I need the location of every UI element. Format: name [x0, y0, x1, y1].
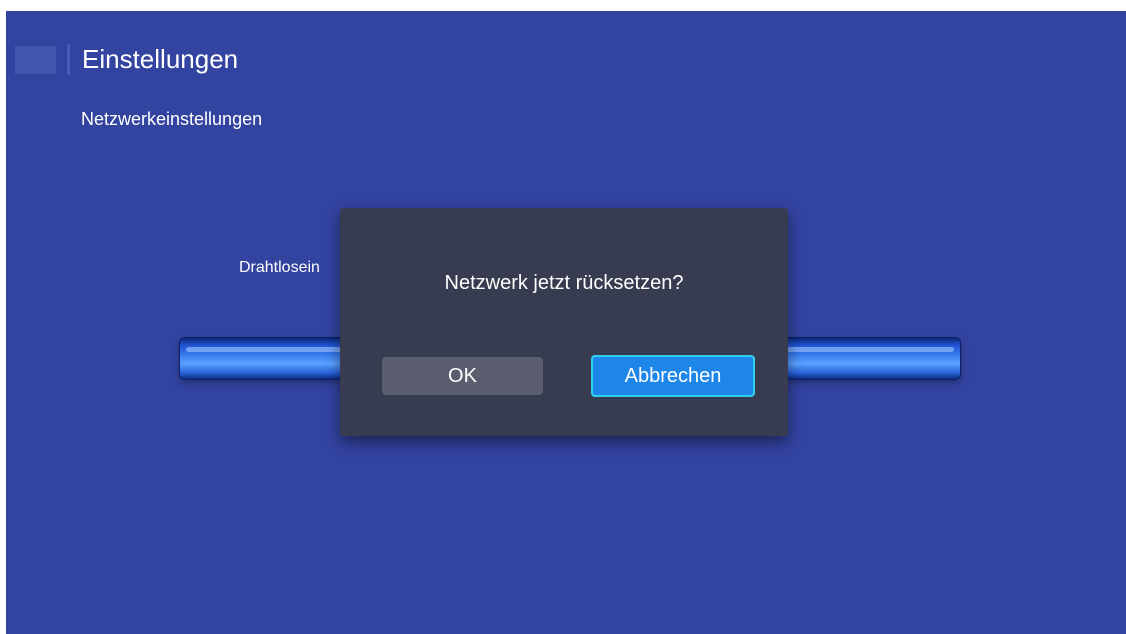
ok-button[interactable]: OK — [382, 357, 543, 395]
page-subtitle: Netzwerkeinstellungen — [81, 109, 263, 129]
cancel-button[interactable]: Abbrechen — [591, 355, 755, 397]
wireless-settings-label: Drahtlosein — [239, 259, 320, 276]
page-title: Einstellungen — [82, 44, 239, 74]
title-divider — [67, 44, 70, 75]
logo-icon — [15, 46, 56, 74]
settings-screen: Einstellungen Netzwerkeinstellungen Drah… — [6, 11, 1126, 634]
reset-network-dialog: Netzwerk jetzt rücksetzen? OK Abbrechen — [340, 208, 788, 436]
dialog-message: Netzwerk jetzt rücksetzen? — [444, 272, 684, 294]
